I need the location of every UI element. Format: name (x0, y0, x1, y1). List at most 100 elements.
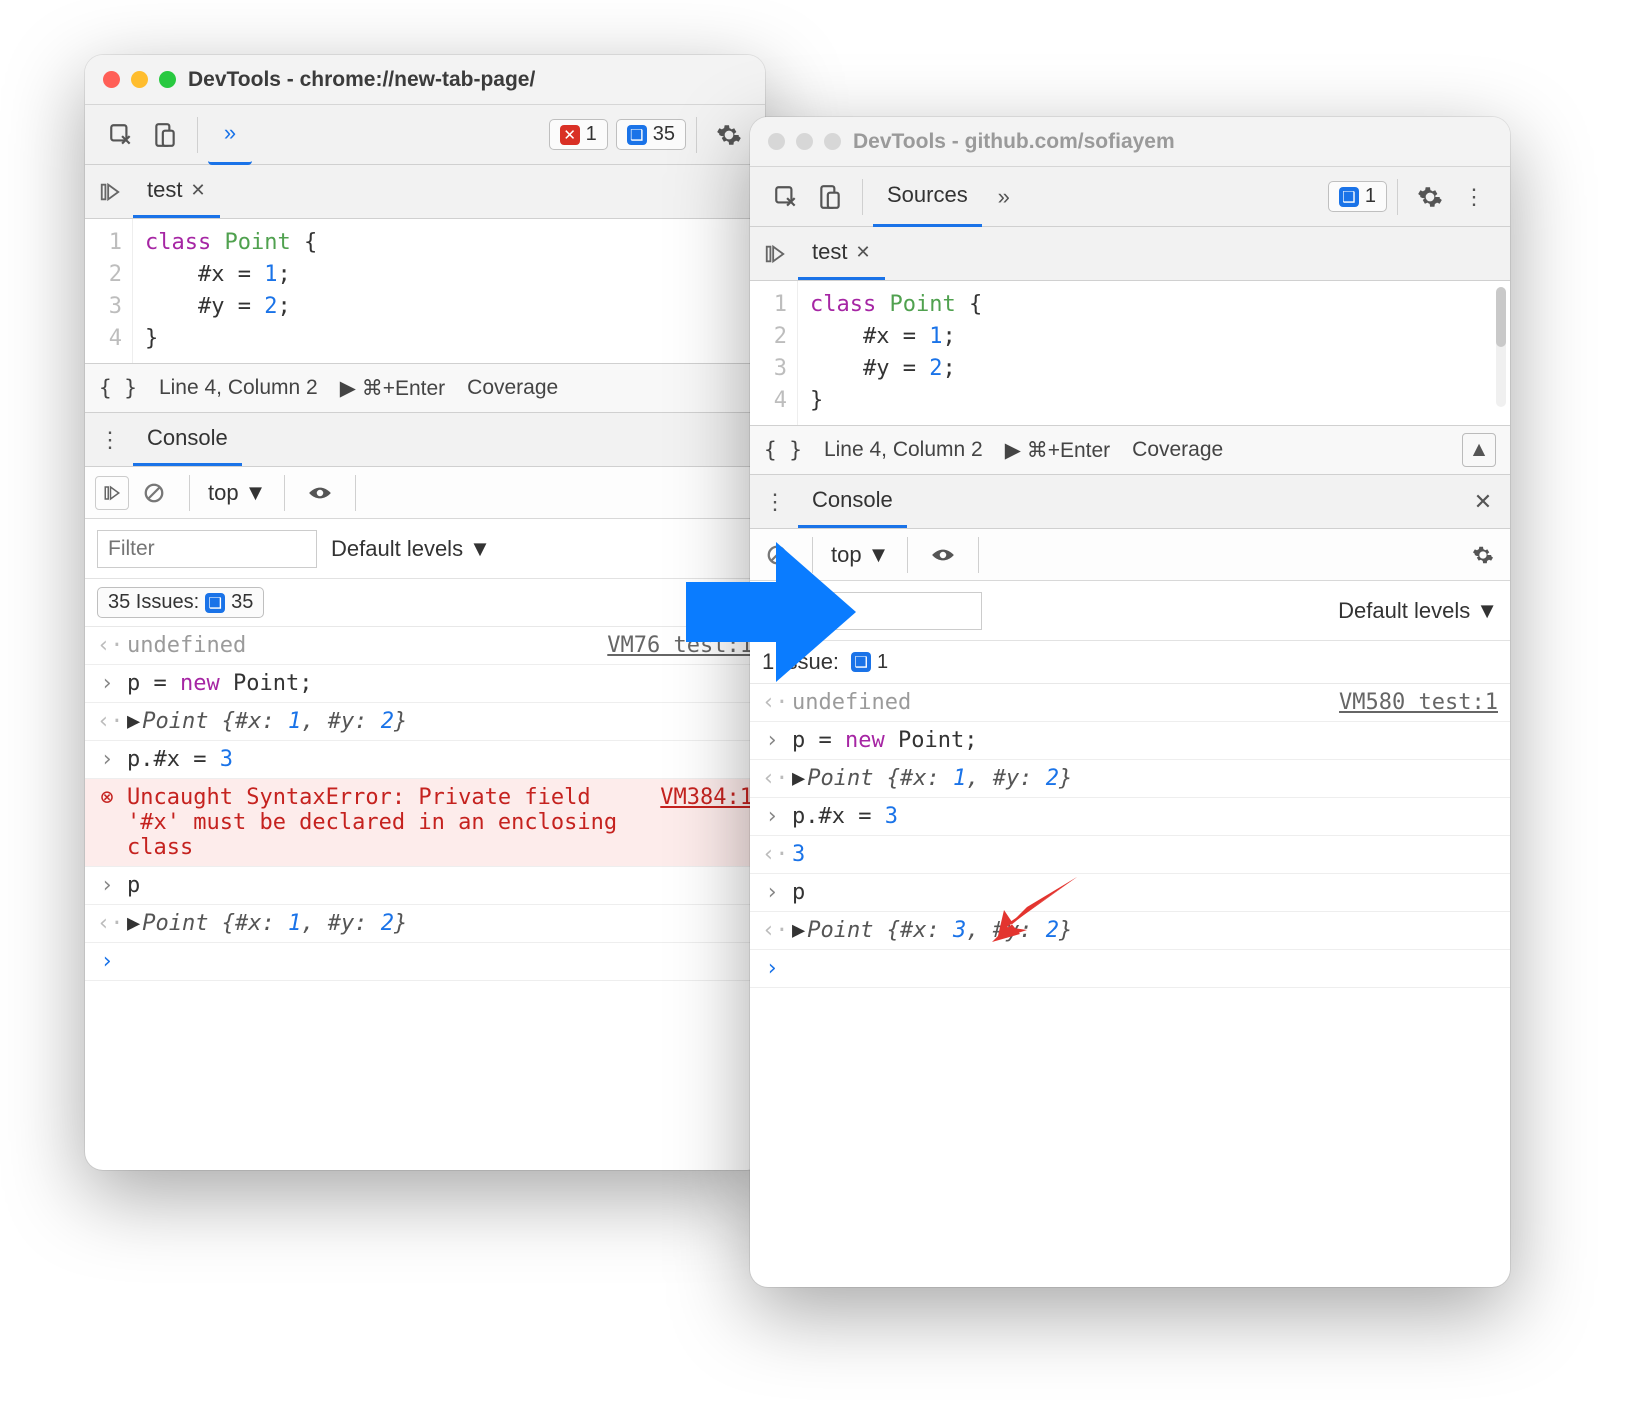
run-snippet-button[interactable]: ▶ ⌘+Enter (340, 376, 445, 401)
format-icon[interactable]: { } (764, 438, 802, 462)
resume-icon[interactable] (93, 175, 127, 209)
console-row[interactable]: › p.#x = 3 (750, 798, 1510, 836)
coverage-button[interactable]: Coverage (467, 376, 558, 400)
issue-icon: ❑ (1339, 187, 1359, 207)
chevron-right-icon: › (762, 880, 782, 905)
settings-icon[interactable] (1466, 538, 1500, 572)
console-prompt[interactable]: › (750, 950, 1510, 988)
console-tab[interactable]: Console (798, 475, 907, 528)
source-link[interactable]: VM580 test:1 (1339, 690, 1498, 715)
error-icon: ⊗ (97, 785, 117, 810)
console-text: ▶Point {#x: 1, #y: 2} (127, 911, 407, 936)
errors-badge[interactable]: ✕ 1 (549, 119, 608, 150)
main-toolbar: Sources » ❑ 1 ⋮ (750, 167, 1510, 227)
snippet-tab[interactable]: test ✕ (798, 227, 885, 280)
expand-icon[interactable]: ▶ (127, 911, 140, 936)
console-prompt[interactable]: › (85, 943, 765, 981)
code-area[interactable]: class Point { #x = 1; #y = 2; } (798, 281, 994, 425)
console-row[interactable]: ‹· ▶Point {#x: 3, #y: 2} (750, 912, 1510, 950)
run-snippet-button[interactable]: ▶ ⌘+Enter (1005, 438, 1110, 463)
more-tabs-icon[interactable]: » (208, 105, 252, 165)
settings-icon[interactable] (1408, 175, 1452, 219)
collapse-icon[interactable]: ▲ (1462, 433, 1496, 467)
console-text: ▶Point {#x: 1, #y: 2} (792, 766, 1072, 791)
console-row[interactable]: › p (85, 867, 765, 905)
expand-icon[interactable]: ▶ (792, 918, 805, 943)
console-row[interactable]: ‹· undefined VM76 test:1 (85, 627, 765, 665)
clear-console-icon[interactable] (137, 476, 171, 510)
console-log[interactable]: ‹· undefined VM76 test:1 › p = new Point… (85, 627, 765, 1170)
code-editor[interactable]: 1234 class Point { #x = 1; #y = 2; } (85, 219, 765, 363)
more-icon[interactable]: ⋮ (1452, 175, 1496, 219)
live-expression-icon[interactable] (303, 476, 337, 510)
expand-icon[interactable]: ▶ (127, 709, 140, 734)
line-gutter: 1234 (750, 281, 798, 425)
issues-pill[interactable]: ❑ 1 (851, 651, 888, 674)
close-icon[interactable]: ✕ (1466, 485, 1500, 519)
device-toolbar-icon[interactable] (808, 175, 852, 219)
scrollbar[interactable] (1496, 287, 1506, 407)
expand-icon[interactable]: ▶ (792, 766, 805, 791)
inspect-element-icon[interactable] (764, 175, 808, 219)
console-error-row[interactable]: ⊗ Uncaught SyntaxError: Private field '#… (85, 779, 765, 867)
live-expression-icon[interactable] (926, 538, 960, 572)
issues-badge[interactable]: ❑ 1 (1328, 181, 1387, 212)
format-icon[interactable]: { } (99, 376, 137, 400)
more-tabs-icon[interactable]: » (982, 175, 1026, 219)
error-message: Uncaught SyntaxError: Private field '#x'… (127, 785, 650, 860)
sidebar-toggle-icon[interactable] (95, 476, 129, 510)
zoom-icon[interactable] (824, 133, 841, 150)
code-editor[interactable]: 1234 class Point { #x = 1; #y = 2; } (750, 281, 1510, 425)
levels-selector[interactable]: Default levels ▼ (331, 536, 491, 562)
separator (284, 475, 285, 511)
console-row[interactable]: ‹· ▶Point {#x: 1, #y: 2} (85, 703, 765, 741)
code-area[interactable]: class Point { #x = 1; #y = 2; } (133, 219, 329, 363)
resume-icon[interactable] (758, 237, 792, 271)
sources-panel-tab[interactable]: Sources (873, 167, 982, 227)
console-row[interactable]: › p (750, 874, 1510, 912)
console-toolbar: top ▼ (750, 529, 1510, 581)
console-text: undefined (127, 633, 246, 658)
console-tab[interactable]: Console (133, 413, 242, 466)
console-row[interactable]: › p = new Point; (85, 665, 765, 703)
titlebar[interactable]: DevTools - github.com/sofiayem (750, 117, 1510, 167)
close-icon[interactable]: ✕ (190, 180, 205, 201)
console-row[interactable]: › p.#x = 3 (85, 741, 765, 779)
result-icon: ‹· (762, 690, 782, 715)
cursor-position: Line 4, Column 2 (824, 438, 983, 462)
result-icon: ‹· (762, 842, 782, 867)
settings-icon[interactable] (707, 113, 751, 157)
console-row[interactable]: ‹· 3 (750, 836, 1510, 874)
console-filter-row: Default levels ▼ (750, 581, 1510, 641)
scrollbar-thumb[interactable] (1496, 287, 1506, 347)
console-row[interactable]: ‹· ▶Point {#x: 1, #y: 2} (750, 760, 1510, 798)
more-icon[interactable]: ⋮ (758, 485, 792, 519)
issues-pill[interactable]: 35 Issues: ❑ 35 (97, 587, 264, 618)
context-selector[interactable]: top ▼ (208, 480, 266, 506)
source-link[interactable]: VM384:1 (660, 785, 753, 810)
issues-row: 35 Issues: ❑ 35 (85, 579, 765, 627)
chevron-down-icon: ▼ (469, 536, 491, 562)
close-icon[interactable]: ✕ (855, 242, 870, 263)
console-log[interactable]: ‹· undefined VM580 test:1 › p = new Poin… (750, 684, 1510, 1287)
console-row[interactable]: ‹· undefined VM580 test:1 (750, 684, 1510, 722)
more-icon[interactable]: ⋮ (93, 423, 127, 457)
console-text: p (127, 873, 140, 898)
inspect-element-icon[interactable] (99, 113, 143, 157)
minimize-icon[interactable] (131, 71, 148, 88)
console-row[interactable]: › p = new Point; (750, 722, 1510, 760)
close-icon[interactable] (103, 71, 120, 88)
device-toolbar-icon[interactable] (143, 113, 187, 157)
close-icon[interactable] (768, 133, 785, 150)
coverage-button[interactable]: Coverage (1132, 438, 1223, 462)
minimize-icon[interactable] (796, 133, 813, 150)
titlebar[interactable]: DevTools - chrome://new-tab-page/ (85, 55, 765, 105)
levels-selector[interactable]: Default levels ▼ (1338, 598, 1498, 624)
filter-input[interactable] (97, 530, 317, 568)
console-text: p = new Point; (792, 728, 977, 753)
separator (862, 179, 863, 215)
issues-badge[interactable]: ❑ 35 (616, 119, 686, 150)
snippet-tab[interactable]: test ✕ (133, 165, 220, 218)
zoom-icon[interactable] (159, 71, 176, 88)
console-row[interactable]: ‹· ▶Point {#x: 1, #y: 2} (85, 905, 765, 943)
